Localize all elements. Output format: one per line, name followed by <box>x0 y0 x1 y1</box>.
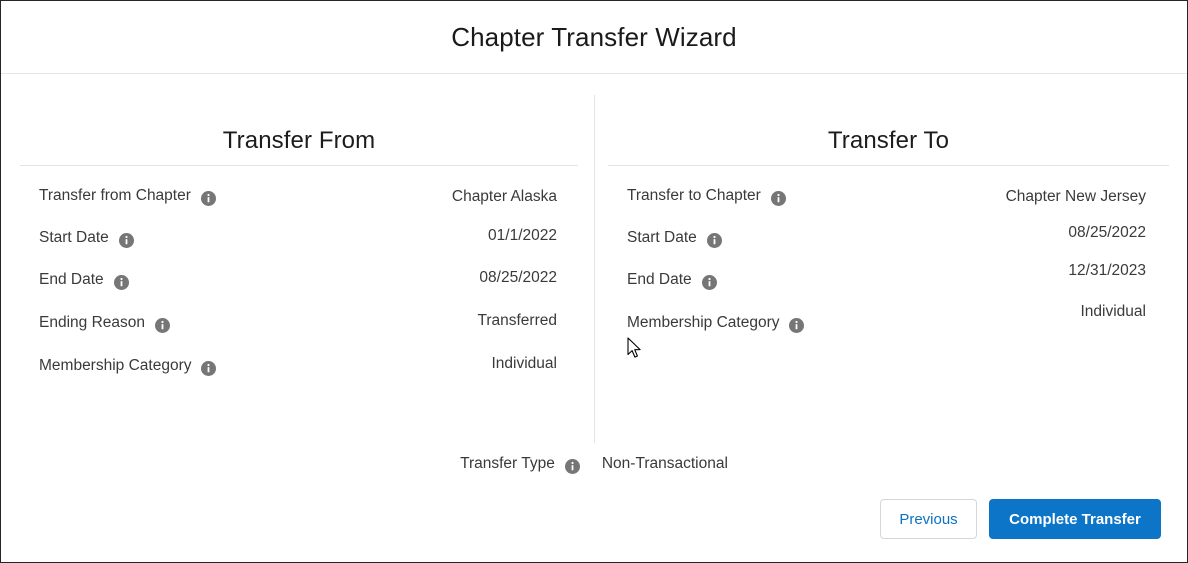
info-icon[interactable] <box>564 459 580 475</box>
info-icon[interactable] <box>118 233 134 249</box>
field-value-end-date-from: 08/25/2022 <box>479 269 557 286</box>
field-label-text: Start Date <box>627 229 697 246</box>
field-label-transfer-to-chapter: Transfer to Chapter <box>627 187 786 207</box>
transfer-type-label: Transfer Type <box>460 455 580 475</box>
page-title: Chapter Transfer Wizard <box>451 21 737 52</box>
field-value-transfer-from-chapter: Chapter Alaska <box>451 188 557 205</box>
info-icon[interactable] <box>706 233 722 249</box>
transfer-type-row: Transfer Type Non-Transactional <box>1 455 1187 475</box>
complete-transfer-button[interactable]: Complete Transfer <box>989 499 1161 539</box>
transfer-type-value: Non-Transactional <box>601 455 728 472</box>
field-value-membership-category-from: Individual <box>491 355 558 372</box>
info-icon[interactable] <box>701 275 717 291</box>
field-label-membership-category-to: Membership Category <box>627 314 805 334</box>
field-label-text: Transfer from Chapter <box>39 187 191 204</box>
field-label-text: End Date <box>627 271 692 288</box>
field-label-end-date-to: End Date <box>627 271 717 291</box>
field-label-text: End Date <box>39 271 104 288</box>
footer-actions: Previous Complete Transfer <box>880 499 1161 539</box>
transfer-from-panel-underline <box>20 165 578 166</box>
transfer-to-panel-title: Transfer To <box>827 127 950 154</box>
wizard-body: Transfer From Transfer from Chapter Chap… <box>1 75 1187 562</box>
info-icon[interactable] <box>200 191 216 207</box>
panel-vertical-divider <box>594 95 595 443</box>
field-label-membership-category-from: Membership Category <box>39 357 217 377</box>
transfer-to-panel: Transfer To Transfer to Chapter Chapter … <box>608 75 1169 398</box>
field-value-start-date-from: 01/1/2022 <box>488 227 557 244</box>
transfer-from-field-list: Transfer from Chapter Chapter Alaska Sta… <box>20 188 578 398</box>
transfer-type-label-text: Transfer Type <box>460 455 555 472</box>
field-label-text: Membership Category <box>627 314 780 331</box>
field-label-transfer-from-chapter: Transfer from Chapter <box>39 187 216 207</box>
transfer-to-panel-underline <box>608 165 1169 166</box>
field-label-end-date-from: End Date <box>39 271 129 291</box>
field-label-text: Start Date <box>39 229 109 246</box>
field-label-ending-reason: Ending Reason <box>39 314 170 334</box>
field-value-start-date-to: 08/25/2022 <box>1068 224 1146 241</box>
field-value-end-date-to: 12/31/2023 <box>1068 262 1146 279</box>
wizard-header: Chapter Transfer Wizard <box>1 1 1187 74</box>
field-value-transfer-to-chapter: Chapter New Jersey <box>1005 188 1146 205</box>
field-value-membership-category-to: Individual <box>1080 303 1147 320</box>
transfer-to-field-list: Transfer to Chapter Chapter New Jersey S… <box>608 188 1169 398</box>
chapter-transfer-wizard-window: Chapter Transfer Wizard Transfer From Tr… <box>0 0 1188 563</box>
info-icon[interactable] <box>789 318 805 334</box>
info-icon[interactable] <box>770 191 786 207</box>
transfer-from-panel: Transfer From Transfer from Chapter Chap… <box>20 75 578 398</box>
field-label-text: Transfer to Chapter <box>627 187 761 204</box>
info-icon[interactable] <box>201 361 217 377</box>
field-label-text: Membership Category <box>39 357 192 374</box>
field-label-start-date-from: Start Date <box>39 229 134 249</box>
field-value-ending-reason: Transferred <box>477 312 557 329</box>
previous-button[interactable]: Previous <box>880 499 977 539</box>
info-icon[interactable] <box>113 275 129 291</box>
field-label-start-date-to: Start Date <box>627 229 722 249</box>
field-label-text: Ending Reason <box>39 314 145 331</box>
info-icon[interactable] <box>155 318 170 334</box>
transfer-from-panel-title: Transfer From <box>222 127 376 154</box>
